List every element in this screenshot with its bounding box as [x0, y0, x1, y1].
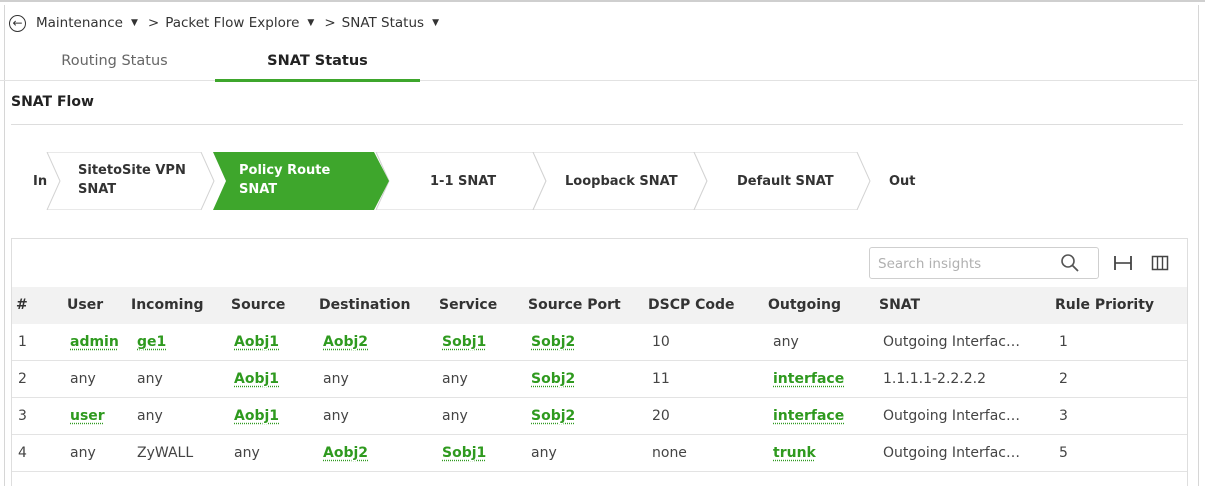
cell-number: 1 [18, 334, 27, 350]
cell-source-link[interactable]: Aobj1 [234, 398, 279, 435]
flow-step-label-line: SNAT [78, 182, 117, 197]
table-header: # User Incoming Source Destination Servi… [12, 287, 1187, 324]
cell-outgoing: any [773, 334, 799, 350]
cell-source-port-link[interactable]: Sobj2 [531, 398, 575, 435]
tab-routing-status[interactable]: Routing Status [22, 42, 207, 80]
column-header-source-port[interactable]: Source Port [528, 287, 621, 324]
flow-step-policy-route-snat[interactable]: Policy Route SNAT [239, 161, 330, 199]
breadcrumb-item-snat-status[interactable]: SNAT Status [342, 15, 424, 31]
table-row[interactable]: 1 admin ge1 Aobj1 Aobj2 Sobj1 Sobj2 10 a… [12, 324, 1187, 361]
flow-step-loopback-snat[interactable]: Loopback SNAT [565, 172, 678, 191]
cell-snat: Outgoing Interfac… [883, 408, 1020, 424]
column-header-user[interactable]: User [67, 287, 103, 324]
flow-step-label-line: Policy Route [239, 163, 331, 178]
cell-source-link[interactable]: Aobj1 [234, 324, 279, 361]
cell-source-port-link[interactable]: Sobj2 [531, 324, 575, 361]
cell-source-port-link[interactable]: Sobj2 [531, 361, 575, 398]
cell-number: 3 [18, 408, 27, 424]
breadcrumb-item-packet-flow-explore[interactable]: Packet Flow Explore [165, 15, 299, 31]
divider [11, 124, 1183, 125]
cell-service: any [442, 408, 468, 424]
cell-incoming: any [137, 408, 163, 424]
table-row[interactable]: 3 user any Aobj1 any any Sobj2 20 interf… [12, 398, 1187, 435]
cell-rule-priority: 2 [1059, 371, 1068, 387]
cell-user: any [70, 445, 96, 461]
cell-rule-priority: 5 [1059, 445, 1068, 461]
tab-snat-status[interactable]: SNAT Status [215, 42, 420, 82]
column-header-dscp-code[interactable]: DSCP Code [648, 287, 735, 324]
cell-outgoing-link[interactable]: interface [773, 398, 844, 435]
cell-destination-link[interactable]: Aobj2 [323, 324, 368, 361]
cell-dscp-code: 10 [652, 334, 670, 350]
cell-incoming-link[interactable]: ge1 [137, 324, 166, 361]
flow-step-default-snat[interactable]: Default SNAT [737, 172, 834, 191]
cell-source-port: any [531, 445, 557, 461]
cell-source: any [234, 445, 260, 461]
cell-snat: Outgoing Interfac… [883, 334, 1020, 350]
flow-step-1-1-snat[interactable]: 1-1 SNAT [430, 172, 496, 191]
cell-dscp-code: 20 [652, 408, 670, 424]
cell-service: any [442, 371, 468, 387]
flow-step-label-line: SNAT [239, 182, 278, 197]
cell-outgoing-link[interactable]: interface [773, 361, 844, 398]
caret-down-icon[interactable]: ▼ [432, 18, 439, 28]
cell-snat: 1.1.1.1-2.2.2.2 [883, 371, 987, 387]
cell-user-link[interactable]: user [70, 398, 105, 435]
cell-rule-priority: 3 [1059, 408, 1068, 424]
breadcrumb: ← Maintenance ▼ > Packet Flow Explore ▼ … [9, 12, 447, 34]
cell-outgoing-link[interactable]: trunk [773, 435, 816, 472]
caret-down-icon[interactable]: ▼ [131, 18, 138, 28]
column-header-incoming[interactable]: Incoming [131, 287, 203, 324]
cell-number: 2 [18, 371, 27, 387]
table-row[interactable]: 2 any any Aobj1 any any Sobj2 11 interfa… [12, 361, 1187, 398]
cell-user: any [70, 371, 96, 387]
flow-chevron-outline [46, 152, 61, 210]
search-input[interactable] [876, 252, 1060, 276]
cell-incoming: ZyWALL [137, 445, 194, 461]
cell-service-link[interactable]: Sobj1 [442, 324, 486, 361]
column-header-snat[interactable]: SNAT [879, 287, 920, 324]
column-header-rule-priority[interactable]: Rule Priority [1055, 287, 1154, 324]
cell-rule-priority: 1 [1059, 334, 1068, 350]
flow-step-sitetosite-vpn-snat[interactable]: SitetoSite VPN SNAT [78, 161, 186, 199]
column-header-outgoing[interactable]: Outgoing [768, 287, 841, 324]
cell-source-link[interactable]: Aobj1 [234, 361, 279, 398]
cell-number: 4 [18, 445, 27, 461]
breadcrumb-separator: > [147, 15, 160, 31]
cell-service-link[interactable]: Sobj1 [442, 435, 486, 472]
column-header-number[interactable]: # [16, 287, 28, 324]
cell-destination: any [323, 408, 349, 424]
columns-icon[interactable] [1150, 253, 1170, 273]
cell-incoming: any [137, 371, 163, 387]
cell-dscp-code: none [652, 445, 687, 461]
flow-step-in: In [33, 174, 48, 189]
snat-flow-diagram: In SitetoSite VPN SNAT Policy Route SNAT… [17, 152, 1017, 210]
column-header-source[interactable]: Source [231, 287, 285, 324]
fit-columns-icon[interactable] [1113, 253, 1133, 273]
tab-bar: Routing Status SNAT Status [0, 42, 1197, 82]
cell-user-link[interactable]: admin [70, 324, 119, 361]
table-row[interactable]: 4 any ZyWALL any Aobj2 Sobj1 any none tr… [12, 435, 1187, 472]
cell-dscp-code: 11 [652, 371, 670, 387]
search-icon[interactable] [1060, 253, 1080, 273]
column-header-destination[interactable]: Destination [319, 287, 410, 324]
flow-step-label-line: SitetoSite VPN [78, 163, 186, 178]
cell-destination: any [323, 371, 349, 387]
breadcrumb-separator: > [324, 15, 336, 31]
breadcrumb-item-maintenance[interactable]: Maintenance [36, 15, 123, 31]
cell-snat: Outgoing Interfac… [883, 445, 1020, 461]
back-arrow-icon[interactable]: ← [9, 14, 26, 32]
cell-destination-link[interactable]: Aobj2 [323, 435, 368, 472]
caret-down-icon[interactable]: ▼ [307, 18, 314, 28]
column-header-service[interactable]: Service [439, 287, 497, 324]
section-title: SNAT Flow [11, 94, 94, 110]
flow-step-out: Out [889, 174, 916, 189]
